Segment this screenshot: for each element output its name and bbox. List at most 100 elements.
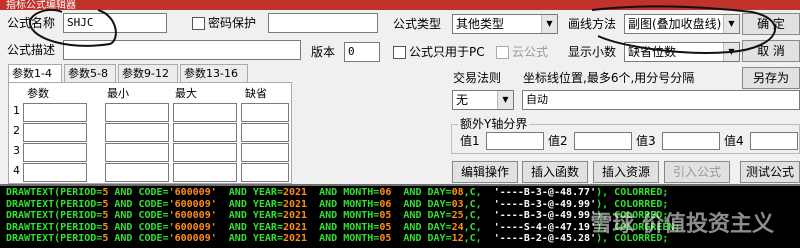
code-string: '----B-3-@-49.99'	[493, 198, 597, 210]
code-literal: 2021	[282, 210, 308, 222]
code-literal: 05	[379, 233, 392, 245]
password-checkbox[interactable]	[192, 17, 205, 30]
ok-button[interactable]: 确 定	[742, 13, 800, 35]
insert-function-button[interactable]: 插入函数	[522, 161, 588, 183]
edit-ops-button[interactable]: 编辑操作	[452, 161, 518, 183]
tab-params-1-4[interactable]: 参数1-4	[8, 64, 62, 82]
chevron-down-icon: ▼	[723, 15, 739, 33]
param-name-input[interactable]	[23, 123, 87, 142]
code-token: AND YEAR=	[216, 233, 283, 245]
formula-desc-input[interactable]	[63, 40, 301, 60]
code-token: AND DAY=	[391, 233, 452, 245]
param-header-name: 参数	[27, 87, 49, 100]
trade-rule-value: 无	[456, 93, 469, 107]
param-name-input[interactable]	[23, 103, 87, 122]
insert-resource-button[interactable]: 插入资源	[593, 161, 659, 183]
param-default-input[interactable]	[241, 103, 289, 122]
param-min-input[interactable]	[105, 123, 169, 142]
save-as-button[interactable]: 另存为	[742, 67, 800, 89]
param-max-input[interactable]	[173, 143, 237, 162]
param-max-input[interactable]	[173, 103, 237, 122]
cloud-formula-checkbox[interactable]	[496, 46, 509, 59]
param-header-min: 最小	[107, 87, 129, 100]
code-token: ,C,	[463, 210, 494, 222]
value4-input[interactable]	[750, 132, 798, 150]
extra-y-axis-label: 额外Y轴分界	[458, 116, 530, 132]
value1-input[interactable]	[486, 132, 544, 150]
code-token: AND MONTH=	[307, 187, 380, 198]
code-string: '----B-3-@-49.99'	[493, 210, 597, 222]
param-default-input[interactable]	[241, 123, 289, 142]
param-header-default: 缺省	[245, 87, 267, 100]
code-token: ,C,	[463, 221, 494, 233]
param-header-max: 最大	[175, 87, 197, 100]
param-row-number: 3	[13, 144, 20, 157]
trade-rule-select[interactable]: 无 ▼	[452, 90, 514, 110]
tab-params-13-16[interactable]: 参数13-16	[180, 64, 248, 82]
code-literal: 24	[451, 221, 464, 233]
decimals-label: 显示小数	[568, 45, 617, 59]
window-title: 指标公式编辑器	[6, 0, 76, 11]
code-literal: 06	[379, 198, 392, 210]
code-token: ,C,	[463, 233, 494, 245]
code-token: AND CODE=	[108, 221, 169, 233]
cancel-button[interactable]: 取 消	[742, 40, 800, 62]
param-name-input[interactable]	[23, 143, 87, 162]
code-literal: 25	[451, 210, 464, 222]
coord-line-input[interactable]: 自动	[522, 90, 800, 110]
code-literal: '600009'	[168, 187, 217, 198]
param-default-input[interactable]	[241, 143, 289, 162]
code-token: AND DAY=	[391, 198, 452, 210]
code-token: AND CODE=	[108, 210, 169, 222]
password-input[interactable]	[268, 13, 378, 33]
code-token: AND YEAR=	[216, 221, 283, 233]
code-literal: 2021	[282, 187, 308, 198]
tab-params-9-12[interactable]: 参数9-12	[118, 64, 178, 82]
extra-y-axis-group: 额外Y轴分界 值1 值2 值3 值4	[451, 116, 800, 154]
cloud-formula-label: 云公式	[512, 45, 549, 59]
code-token: AND CODE=	[108, 187, 169, 198]
formula-name-input[interactable]: SHJC	[63, 13, 167, 33]
value4-label: 值4	[724, 134, 744, 148]
pc-only-label: 公式只用于PC	[409, 45, 485, 59]
draw-method-value: 副图(叠加收盘线)	[628, 17, 722, 31]
password-label: 密码保护	[208, 16, 257, 30]
pc-only-checkbox[interactable]	[393, 46, 406, 59]
code-token: AND MONTH=	[307, 221, 380, 233]
code-literal: 05	[379, 210, 392, 222]
param-max-input[interactable]	[173, 123, 237, 142]
test-formula-button[interactable]: 测试公式	[740, 161, 800, 183]
draw-method-label: 画线方法	[568, 17, 617, 31]
code-string: '----B-2-@-45.28'	[493, 233, 597, 245]
value3-input[interactable]	[662, 132, 720, 150]
param-name-input[interactable]	[23, 163, 87, 182]
code-literal: '600009'	[168, 221, 217, 233]
param-min-input[interactable]	[105, 103, 169, 122]
code-token: DRAWTEXT(PERIOD=	[6, 233, 103, 245]
code-literal: 05	[379, 221, 392, 233]
chevron-down-icon: ▼	[723, 43, 739, 61]
title-bar: 指标公式编辑器	[0, 0, 800, 11]
code-string: '----S-4-@-47.19'	[493, 221, 597, 233]
param-min-input[interactable]	[105, 163, 169, 182]
decimals-value: 缺省位数	[628, 45, 677, 59]
version-input[interactable]: 0	[344, 42, 380, 62]
value2-input[interactable]	[574, 132, 632, 150]
tab-params-5-8[interactable]: 参数5-8	[64, 64, 116, 82]
decimals-select[interactable]: 缺省位数 ▼	[624, 42, 740, 62]
param-default-input[interactable]	[241, 163, 289, 182]
code-literal: 2021	[282, 198, 308, 210]
code-literal: 08	[451, 187, 464, 198]
formula-type-select[interactable]: 其他类型 ▼	[452, 14, 558, 34]
draw-method-select[interactable]: 副图(叠加收盘线) ▼	[624, 14, 740, 34]
import-formula-button[interactable]: 引入公式	[664, 161, 730, 183]
code-literal: 03	[451, 198, 464, 210]
param-max-input[interactable]	[173, 163, 237, 182]
code-token: DRAWTEXT(PERIOD=	[6, 187, 103, 198]
code-token: ), COLORRED;	[596, 187, 669, 198]
param-min-input[interactable]	[105, 143, 169, 162]
value3-label: 值3	[636, 134, 656, 148]
code-literal: 2021	[282, 233, 308, 245]
code-token: AND DAY=	[391, 187, 452, 198]
code-token: AND MONTH=	[307, 198, 380, 210]
